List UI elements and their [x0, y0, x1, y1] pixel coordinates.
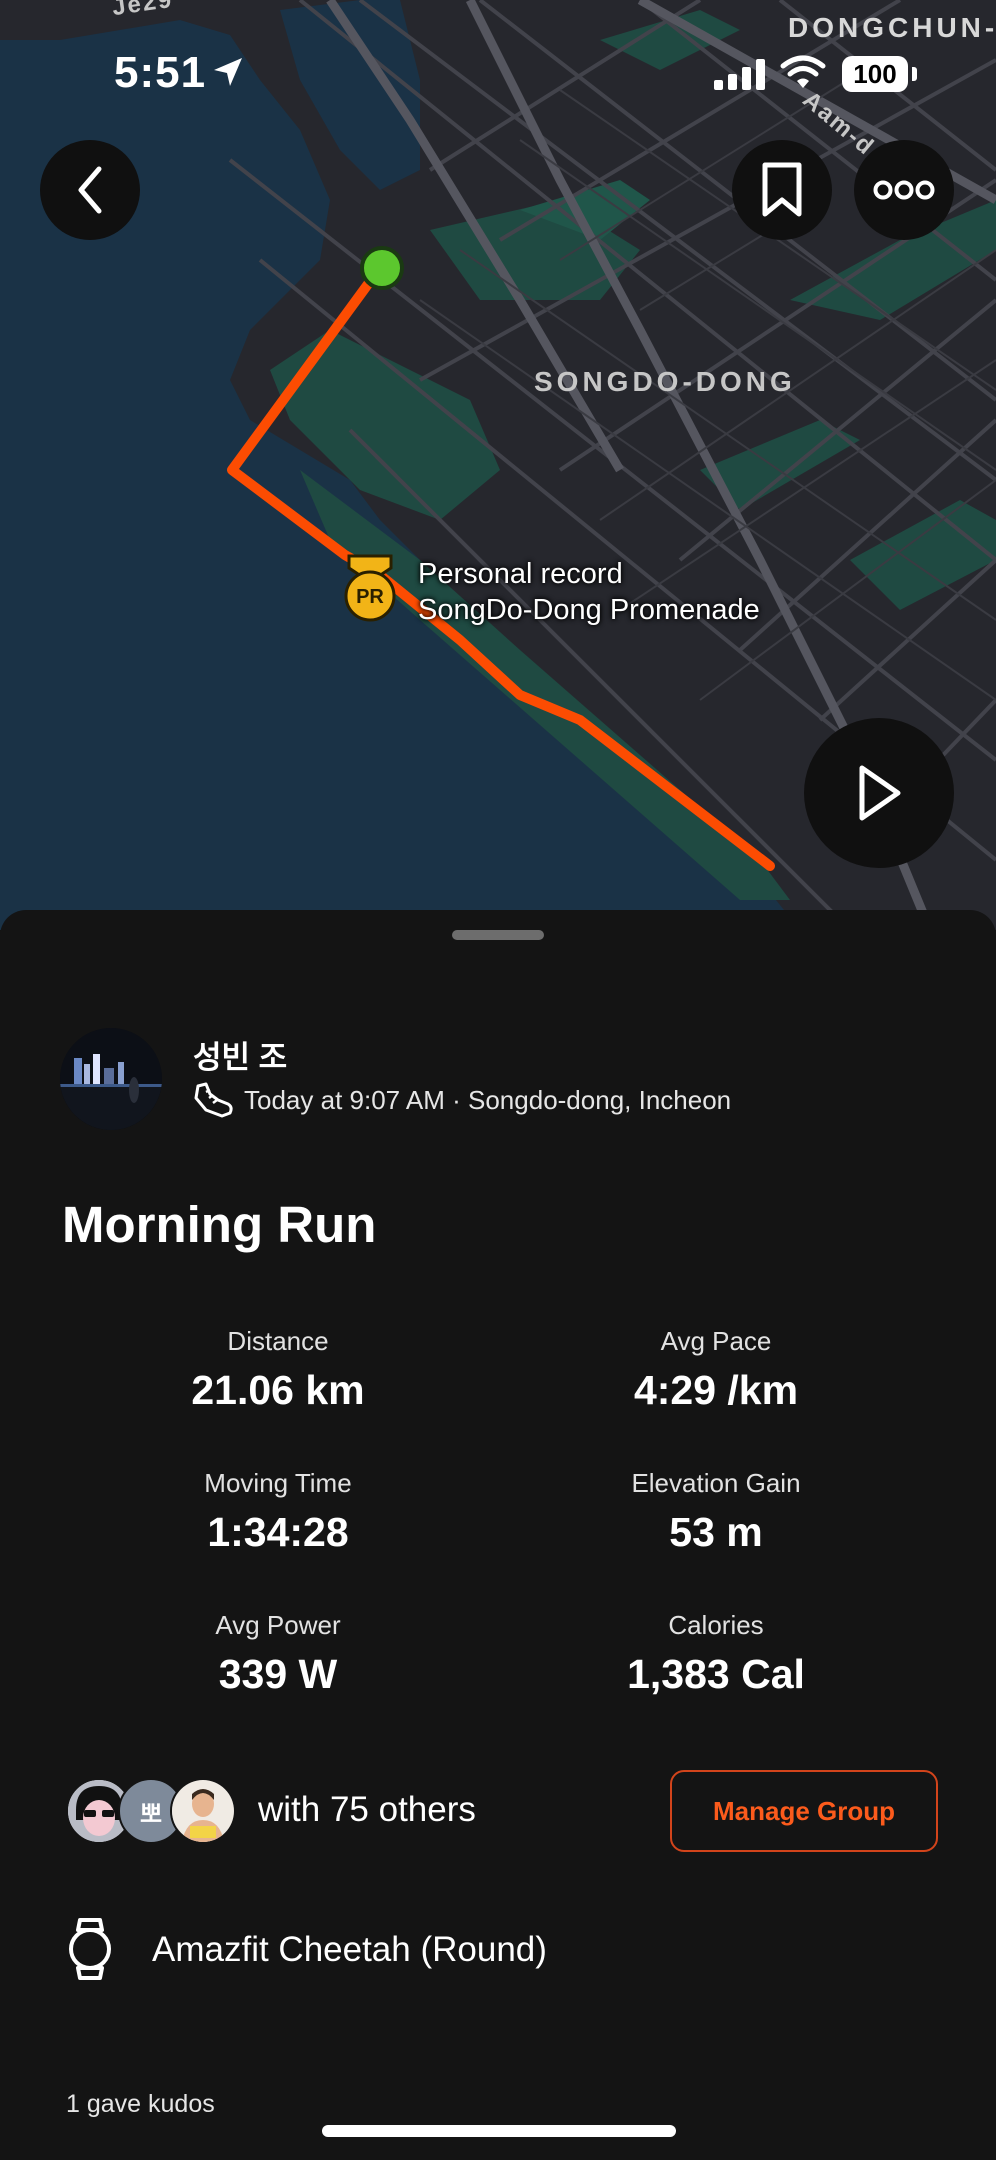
stat-label: Distance [227, 1326, 329, 1356]
battery-indicator: 100 [842, 56, 908, 92]
activity-sheet[interactable]: 성빈 조 Today at 9:07 AM · Songdo-dong, Inc… [0, 910, 996, 2160]
route-map[interactable]: SONGDO-DONG DONGCHUN- Aam-d Je29 PR Pers… [0, 0, 996, 930]
stat-value: 53 m [669, 1509, 763, 1555]
back-button[interactable] [40, 140, 140, 240]
stat-label: Calories [668, 1610, 764, 1640]
stat-label: Moving Time [204, 1468, 352, 1498]
group-avatar [170, 1778, 236, 1844]
stat-elevation-gain: Elevation Gain 53 m [496, 1468, 936, 1556]
stat-distance: Distance 21.06 km [58, 1326, 498, 1414]
stat-moving-time: Moving Time 1:34:28 [58, 1468, 498, 1556]
bookmark-icon [762, 162, 802, 217]
pr-medal-text: PR [356, 586, 384, 608]
home-indicator[interactable] [322, 2125, 676, 2137]
pr-medal-icon[interactable]: PR [341, 554, 399, 622]
status-bar: 5:51 100 [0, 0, 996, 150]
bookmark-button[interactable] [732, 140, 832, 240]
stat-value: 1,383 Cal [627, 1651, 805, 1697]
status-time: 5:51 [114, 48, 207, 97]
more-horizontal-icon [873, 180, 935, 200]
manage-group-button[interactable]: Manage Group [670, 1770, 938, 1852]
location-arrow-icon [214, 58, 242, 86]
stat-value: 4:29 /km [633, 1367, 799, 1413]
chevron-left-icon [78, 166, 102, 214]
group-avatar-initial: 뽀 [139, 1800, 163, 1828]
more-options-button[interactable] [854, 140, 954, 240]
sheet-grab-handle[interactable] [452, 930, 544, 940]
group-members-text[interactable]: with 75 others [258, 1790, 476, 1830]
play-flyover-button[interactable] [804, 718, 954, 868]
device-name: Amazfit Cheetah (Round) [152, 1930, 547, 1969]
stat-value: 21.06 km [191, 1367, 365, 1413]
stat-value: 1:34:28 [207, 1509, 349, 1555]
cellular-signal-icon [714, 59, 765, 90]
play-icon [859, 765, 901, 821]
pr-title: Personal record [418, 558, 623, 590]
start-marker [360, 246, 404, 290]
smartwatch-icon [69, 1918, 111, 1980]
kudos-count[interactable]: 1 gave kudos [66, 2090, 215, 2119]
stat-avg-pace: Avg Pace 4:29 /km [496, 1326, 936, 1414]
running-shoe-icon [194, 1082, 233, 1118]
stat-label: Avg Pace [660, 1326, 772, 1356]
wifi-icon [780, 55, 826, 88]
activity-meta: Today at 9:07 AM · Songdo-dong, Incheon [244, 1085, 732, 1115]
stat-avg-power: Avg Power 339 W [58, 1610, 498, 1698]
group-avatars[interactable]: 뽀 [66, 1778, 236, 1844]
battery-nub [912, 67, 917, 81]
activity-title: Morning Run [62, 1196, 377, 1253]
map-label-district: SONGDO-DONG [534, 366, 796, 397]
pr-segment-name: SongDo-Dong Promenade [418, 594, 760, 626]
athlete-avatar[interactable] [60, 1028, 162, 1130]
stat-label: Avg Power [215, 1610, 341, 1640]
stat-label: Elevation Gain [631, 1468, 801, 1498]
pr-callout[interactable]: Personal record SongDo-Dong Promenade [418, 556, 760, 628]
stat-value: 339 W [218, 1651, 338, 1697]
athlete-name[interactable]: 성빈 조 [193, 1032, 287, 1077]
stat-calories: Calories 1,383 Cal [496, 1610, 936, 1698]
